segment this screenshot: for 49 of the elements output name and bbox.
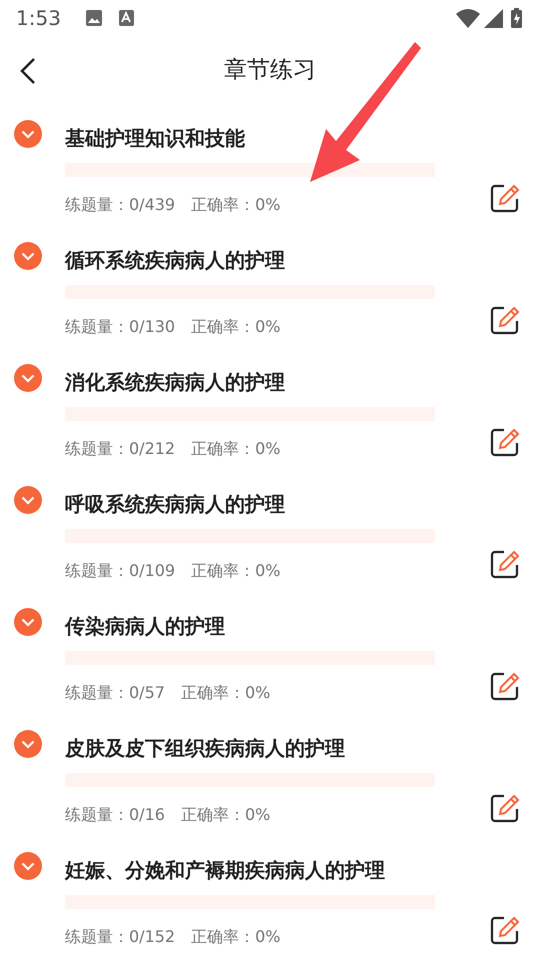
expand-button[interactable]	[14, 486, 42, 514]
edit-button[interactable]	[490, 915, 520, 945]
chapter-title: 基础护理知识和技能	[65, 125, 246, 152]
chevron-down-icon	[21, 618, 35, 626]
expand-button[interactable]	[14, 120, 42, 148]
question-count: 练题量：0/109	[65, 560, 176, 582]
chevron-down-icon	[21, 740, 35, 748]
chevron-down-icon	[21, 130, 35, 138]
chapter-title: 皮肤及皮下组织疾病病人的护理	[65, 735, 346, 762]
expand-button[interactable]	[14, 608, 42, 636]
edit-button[interactable]	[490, 183, 520, 213]
expand-button[interactable]	[14, 242, 42, 270]
chevron-down-icon	[21, 374, 35, 382]
edit-button[interactable]	[490, 793, 520, 823]
chapter-title: 循环系统疾病病人的护理	[65, 247, 286, 274]
accuracy-rate: 正确率：0%	[191, 926, 280, 948]
question-count: 练题量：0/212	[65, 438, 176, 460]
image-icon	[84, 9, 103, 27]
question-count: 练题量：0/16	[65, 804, 165, 826]
accuracy-rate: 正确率：0%	[191, 560, 280, 582]
edit-button[interactable]	[490, 671, 520, 701]
signal-icon	[484, 8, 503, 28]
edit-button[interactable]	[490, 305, 520, 335]
status-time: 1:53	[16, 5, 61, 32]
chapter-title: 妊娠、分娩和产褥期疾病病人的护理	[65, 857, 386, 884]
accuracy-rate: 正确率：0%	[180, 682, 270, 704]
question-count: 练题量：0/152	[65, 926, 176, 948]
question-count: 练题量：0/130	[65, 316, 176, 338]
question-count: 练题量：0/439	[65, 194, 176, 216]
text-notification-icon	[118, 10, 134, 26]
question-count: 练题量：0/57	[65, 682, 165, 704]
chevron-down-icon	[21, 862, 35, 870]
chapter-title: 消化系统疾病病人的护理	[65, 369, 286, 396]
chevron-down-icon	[21, 496, 35, 504]
chapter-title: 传染病病人的护理	[65, 613, 226, 640]
page-title: 章节练习	[224, 56, 316, 86]
accuracy-rate: 正确率：0%	[191, 194, 280, 216]
expand-button[interactable]	[14, 852, 42, 880]
accuracy-rate: 正确率：0%	[180, 804, 270, 826]
expand-button[interactable]	[14, 364, 42, 392]
expand-button[interactable]	[14, 730, 42, 758]
chapter-title: 呼吸系统疾病病人的护理	[65, 491, 286, 518]
accuracy-rate: 正确率：0%	[191, 438, 280, 460]
edit-button[interactable]	[490, 427, 520, 457]
battery-icon	[511, 8, 522, 28]
accuracy-rate: 正确率：0%	[191, 316, 280, 338]
edit-button[interactable]	[490, 549, 520, 579]
chevron-down-icon	[21, 252, 35, 260]
wifi-icon	[456, 8, 480, 28]
